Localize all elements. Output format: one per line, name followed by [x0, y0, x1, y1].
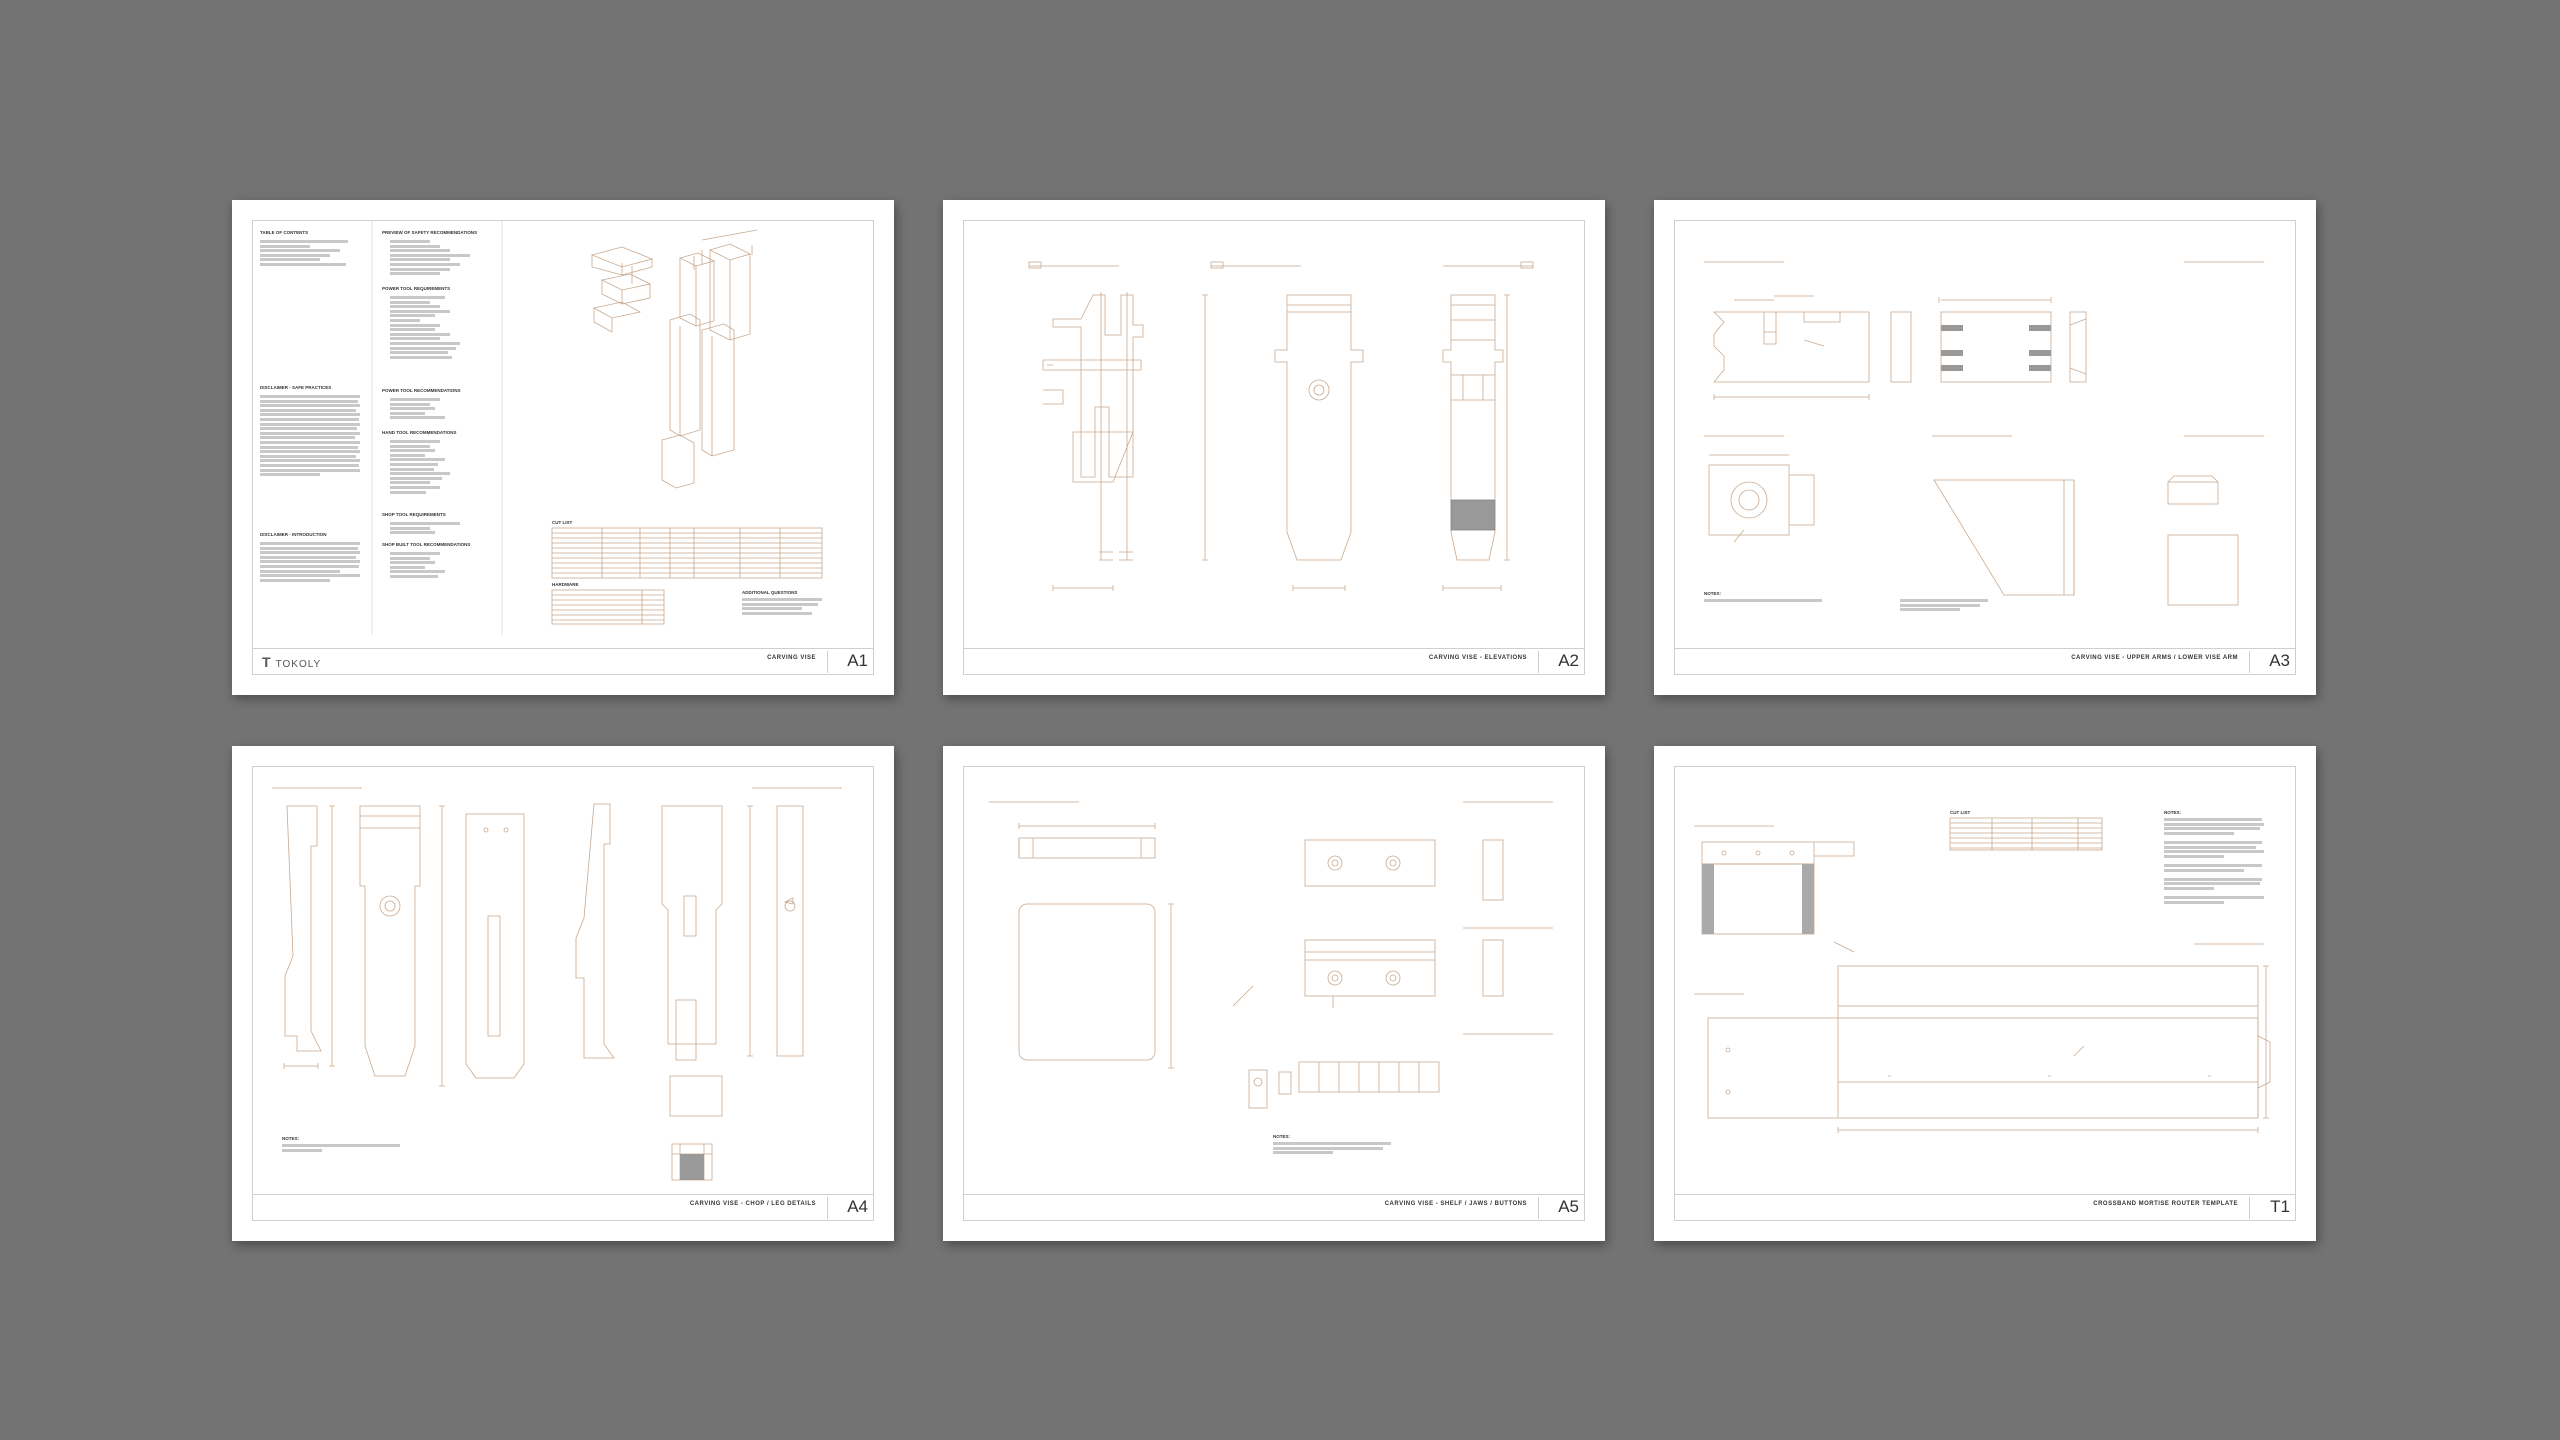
- title-block: CARVING VISE - CHOP / LEG DETAILS A4: [252, 1194, 874, 1221]
- notes-heading: NOTES:: [2164, 810, 2182, 815]
- power-tool-requirements-list: [390, 296, 480, 360]
- disclaimer-heading: DISCLAIMER - SAFE PRACTICES: [260, 385, 332, 390]
- shop-built-tool-list: [390, 552, 480, 580]
- questions-body: [742, 598, 822, 616]
- power-tool-recommendations-list: [390, 398, 480, 421]
- title-block: T TOKOLY CARVING VISE A1: [252, 648, 874, 675]
- sheet-a2[interactable]: CARVING VISE - ELEVATIONS A2: [943, 200, 1605, 695]
- notes-body: [282, 1144, 402, 1153]
- shop-built-tool-heading: SHOP BUILT TOOL RECOMMENDATIONS: [382, 542, 471, 547]
- notes-body-2: [1900, 599, 1990, 613]
- sheet-title: CARVING VISE - ELEVATIONS: [1428, 655, 1527, 661]
- brand-logo: T TOKOLY: [262, 654, 322, 670]
- hand-tool-heading: HAND TOOL RECOMMENDATIONS: [382, 430, 457, 435]
- title-block: CARVING VISE - ELEVATIONS A2: [963, 648, 1585, 675]
- notes-body: [1273, 1142, 1393, 1156]
- sheet-title: CARVING VISE - CHOP / LEG DETAILS: [689, 1201, 816, 1207]
- questions-heading: ADDITIONAL QUESTIONS: [742, 590, 798, 595]
- notes-body: [1704, 599, 1824, 604]
- sheet-title: CARVING VISE: [767, 655, 816, 661]
- title-block: CARVING VISE - SHELF / JAWS / BUTTONS A5: [963, 1194, 1585, 1221]
- shop-tool-list: [390, 522, 480, 536]
- sheet-a3[interactable]: NOTES: CARVING VISE - UPPER ARMS / LOWER…: [1654, 200, 2316, 695]
- disclaimer-body: [260, 395, 360, 478]
- safety-list: [390, 240, 480, 277]
- sheet-a4[interactable]: NOTES: CARVING VISE - CHOP / LEG DETAILS…: [232, 746, 894, 1241]
- shop-tool-heading: SHOP TOOL REQUIREMENTS: [382, 512, 446, 517]
- safety-heading: PREVIEW OF SAFETY RECOMMENDATIONS: [382, 230, 478, 235]
- intro-heading: DISCLAIMER - INTRODUCTION: [260, 532, 327, 537]
- notes-heading: NOTES:: [282, 1136, 300, 1141]
- hardware-heading: HARDWARE: [552, 582, 579, 587]
- sheet-frame: [963, 220, 1585, 675]
- notes-heading: NOTES:: [1704, 591, 1722, 596]
- intro-body: [260, 542, 360, 583]
- sheet-t1[interactable]: CUT LIST NOTES: CROSSBAND MORTISE ROUTER…: [1654, 746, 2316, 1241]
- sheet-number: A4: [847, 1197, 868, 1216]
- cut-list-heading: CUT LIST: [552, 520, 573, 525]
- toc-list: [260, 240, 350, 268]
- cut-list-heading: CUT LIST: [1950, 810, 1971, 815]
- notes-heading: NOTES:: [1273, 1134, 1291, 1139]
- power-tool-requirements-heading: POWER TOOL REQUIREMENTS: [382, 286, 451, 291]
- title-block: CARVING VISE - UPPER ARMS / LOWER VISE A…: [1674, 648, 2296, 675]
- sheet-number: A1: [847, 651, 868, 670]
- title-block: CROSSBAND MORTISE ROUTER TEMPLATE T1: [1674, 1194, 2296, 1221]
- power-tool-recommendations-heading: POWER TOOL RECOMMENDATIONS: [382, 388, 461, 393]
- sheet-number: A5: [1558, 1197, 1579, 1216]
- toc-heading: TABLE OF CONTENTS: [260, 230, 309, 235]
- sheet-number: T1: [2270, 1197, 2290, 1216]
- sheet-title: CARVING VISE - UPPER ARMS / LOWER VISE A…: [2071, 655, 2238, 661]
- sheet-title: CARVING VISE - SHELF / JAWS / BUTTONS: [1384, 1201, 1527, 1207]
- sheet-number: A3: [2269, 651, 2290, 670]
- sheet-a5[interactable]: NOTES: CARVING VISE - SHELF / JAWS / BUT…: [943, 746, 1605, 1241]
- sheet-a1[interactable]: TABLE OF CONTENTS PREVIEW OF SAFETY RECO…: [232, 200, 894, 695]
- sheet-title: CROSSBAND MORTISE ROUTER TEMPLATE: [2093, 1201, 2238, 1207]
- sheet-number: A2: [1558, 651, 1579, 670]
- hand-tool-list: [390, 440, 480, 495]
- notes-body: [2164, 818, 2264, 905]
